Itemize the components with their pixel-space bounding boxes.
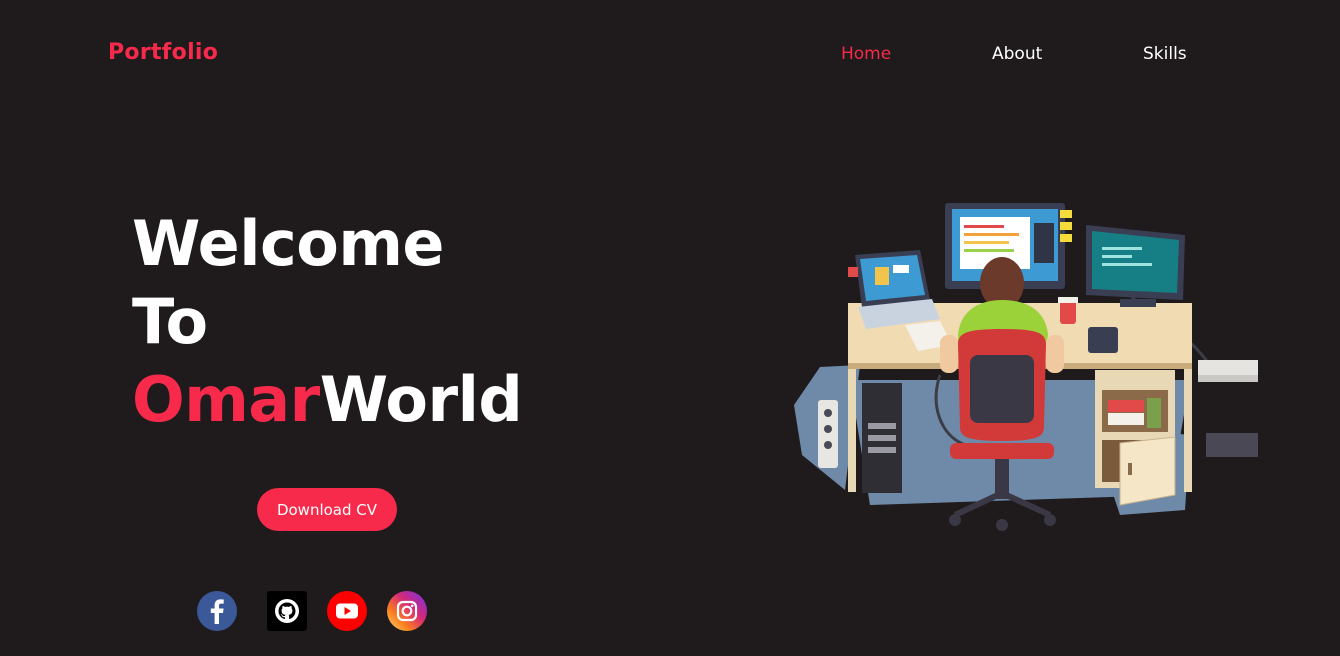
download-cv-button[interactable]: Download CV — [257, 488, 397, 531]
hero-name-accent: Omar — [132, 363, 320, 436]
facebook-icon[interactable] — [197, 591, 237, 631]
hero-name-rest: World — [319, 363, 523, 436]
hero-line-welcome: Welcome — [132, 207, 444, 280]
nav-about-link[interactable]: About — [992, 44, 1042, 64]
nav-home-link[interactable]: Home — [841, 44, 891, 64]
hero-line-to: To — [132, 285, 208, 358]
developer-desk-illustration — [790, 195, 1260, 539]
hero-heading: Welcome To OmarWorld — [132, 205, 523, 439]
github-icon[interactable] — [267, 591, 307, 631]
nav-skills-link[interactable]: Skills — [1143, 44, 1187, 64]
instagram-icon[interactable] — [387, 591, 427, 631]
youtube-icon[interactable] — [327, 591, 367, 631]
main-nav: Home About Skills — [0, 44, 1340, 68]
